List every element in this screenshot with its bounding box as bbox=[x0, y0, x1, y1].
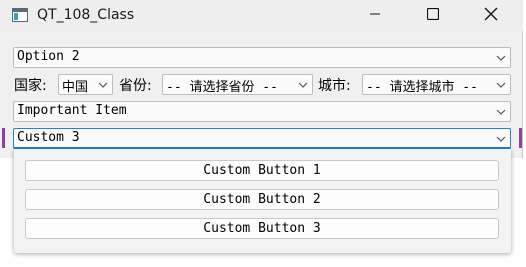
province-combobox[interactable]: -- 请选择省份 -- bbox=[162, 74, 313, 95]
custom-combobox[interactable]: Custom 3 bbox=[13, 128, 511, 149]
accent-bar-right bbox=[519, 128, 522, 148]
custom-combobox-value: Custom 3 bbox=[17, 130, 80, 145]
minimize-icon bbox=[369, 8, 381, 24]
maximize-icon bbox=[426, 7, 440, 24]
chevron-down-icon bbox=[495, 79, 507, 91]
item-combobox[interactable]: Important Item bbox=[13, 101, 511, 122]
close-button[interactable] bbox=[468, 0, 514, 31]
main-window: QT_108_Class Option 2 国家: 中国 省份: -- 请选择省… bbox=[0, 0, 523, 158]
chevron-down-icon bbox=[495, 52, 507, 64]
maximize-button[interactable] bbox=[410, 0, 456, 31]
country-label: 国家: bbox=[14, 78, 47, 94]
chevron-down-icon bbox=[97, 79, 109, 91]
option-combobox[interactable]: Option 2 bbox=[13, 47, 511, 68]
city-label: 城市: bbox=[318, 78, 351, 94]
custom-button-1[interactable]: Custom Button 1 bbox=[25, 160, 499, 181]
close-icon bbox=[484, 7, 498, 25]
chevron-down-icon bbox=[297, 79, 309, 91]
minimize-button[interactable] bbox=[352, 0, 398, 31]
province-label: 省份: bbox=[119, 78, 152, 94]
chevron-down-icon bbox=[495, 106, 507, 118]
country-combobox[interactable]: 中国 bbox=[58, 74, 113, 95]
custom-button-3[interactable]: Custom Button 3 bbox=[25, 218, 499, 239]
item-combobox-value: Important Item bbox=[17, 103, 127, 118]
city-combobox-value: -- 请选择城市 -- bbox=[366, 80, 478, 95]
custom-button-2[interactable]: Custom Button 2 bbox=[25, 189, 499, 210]
qt-app-icon bbox=[12, 8, 28, 22]
window-title: QT_108_Class bbox=[37, 7, 135, 23]
province-combobox-value: -- 请选择省份 -- bbox=[166, 80, 278, 95]
title-bar[interactable]: QT_108_Class bbox=[0, 0, 523, 31]
country-combobox-value: 中国 bbox=[62, 80, 89, 95]
city-combobox[interactable]: -- 请选择城市 -- bbox=[362, 74, 511, 95]
chevron-down-icon bbox=[495, 133, 507, 145]
option-combobox-value: Option 2 bbox=[17, 49, 80, 64]
custom-combobox-popup: Custom Button 1 Custom Button 2 Custom B… bbox=[14, 149, 511, 253]
accent-bar-left bbox=[2, 128, 5, 148]
